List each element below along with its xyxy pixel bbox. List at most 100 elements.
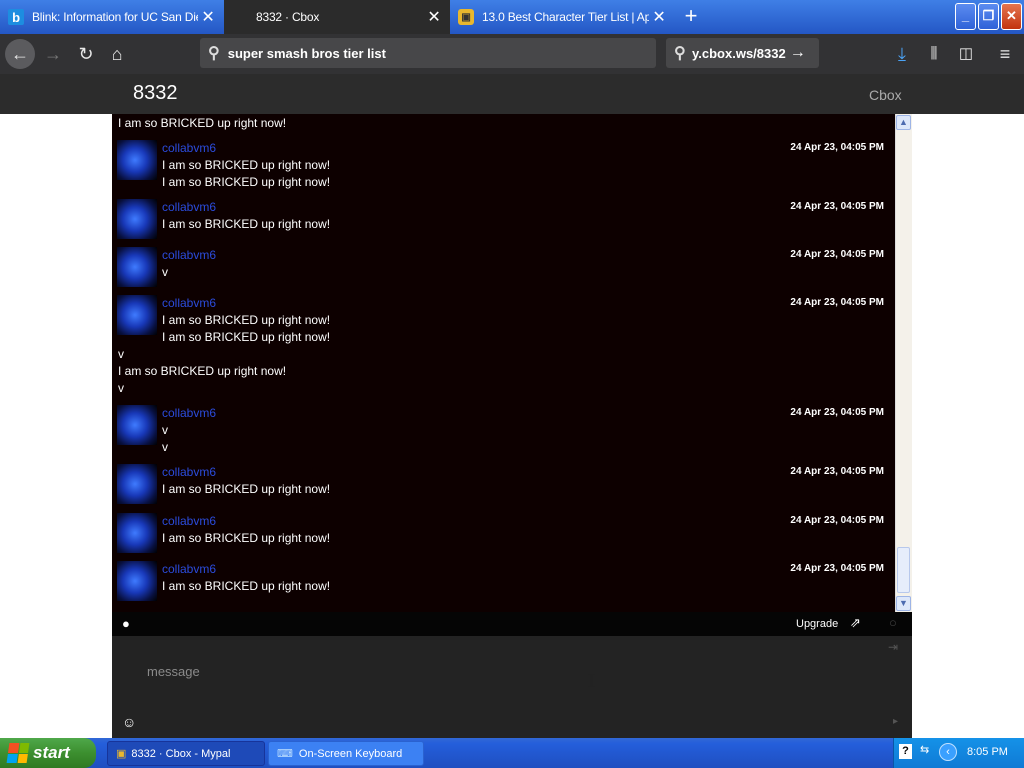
message-line: v (118, 347, 124, 361)
help-icon[interactable]: ? (899, 744, 912, 759)
username[interactable]: collabvm6 (162, 141, 216, 155)
robot-icon: ▣ (458, 9, 474, 25)
timestamp: 24 Apr 23, 04:05 PM (790, 297, 884, 308)
new-tab-icon[interactable]: + (680, 4, 702, 30)
chat-message: collabvm6 24 Apr 23, 04:05 PM v (112, 247, 895, 291)
cbox-link[interactable]: Cbox (869, 87, 902, 103)
message-line: I am so BRICKED up right now! (162, 531, 331, 545)
avatar[interactable] (117, 295, 157, 335)
collapse-tray-icon[interactable]: ‹ (939, 743, 957, 761)
task-label: On-Screen Keyboard (298, 747, 403, 760)
sidebar-icon[interactable]: ◫ (952, 40, 980, 68)
emoji-icon[interactable]: ☺ (122, 714, 136, 730)
timestamp: 24 Apr 23, 04:05 PM (790, 466, 884, 477)
close-tab-icon[interactable]: ✕ (649, 7, 669, 27)
chat-message: collabvm6 24 Apr 23, 04:05 PM I am so BR… (112, 464, 895, 508)
avatar[interactable] (117, 247, 157, 287)
tab-tier-list[interactable]: ▣ 13.0 Best Character Tier List | Ap ✕ (450, 2, 675, 32)
tab-title: Blink: Information for UC San Diego (32, 10, 198, 24)
username[interactable]: collabvm6 (162, 465, 216, 479)
network-icon[interactable]: ⇆ (920, 743, 929, 756)
search-bar[interactable]: ⚲ my.cbox.ws/8332 → (666, 38, 819, 68)
chat-toolbar (112, 612, 912, 636)
tab-blink[interactable]: b Blink: Information for UC San Diego ✕ (0, 2, 224, 32)
search-icon: ⚲ (674, 45, 686, 62)
message-line: I am so BRICKED up right now! (162, 330, 331, 344)
message-line: v (162, 440, 168, 454)
clock: 8:05 PM (967, 746, 1008, 758)
page-title: 8332 (133, 82, 178, 104)
start-button[interactable]: start (0, 738, 96, 768)
message-line: I am so BRICKED up right now! (162, 579, 331, 593)
username[interactable]: collabvm6 (162, 514, 216, 528)
go-arrow-icon[interactable]: → (790, 44, 806, 62)
chat-log: I am so BRICKED up right now! collabvm6 … (112, 114, 895, 612)
message-line: I am so BRICKED up right now! (118, 116, 287, 130)
chat-message: collabvm6 24 Apr 23, 04:05 PM I am so BR… (112, 561, 895, 605)
close-tab-icon[interactable]: ✕ (198, 7, 218, 27)
message-line: I am so BRICKED up right now! (162, 158, 331, 172)
timestamp: 24 Apr 23, 04:05 PM (790, 201, 884, 212)
address-bar[interactable]: ⚲ super smash bros tier list (200, 38, 656, 68)
avatar[interactable] (117, 561, 157, 601)
close-window-icon[interactable]: ✕ (1001, 3, 1022, 30)
avatar[interactable] (117, 405, 157, 445)
close-tab-icon[interactable]: ✕ (424, 7, 444, 27)
tab-cbox[interactable]: 8332 · Cbox ✕ (224, 0, 450, 34)
text-cursor-icon: I (588, 671, 596, 692)
username[interactable]: collabvm6 (162, 248, 216, 262)
message-line: v (162, 265, 168, 279)
username[interactable]: collabvm6 (162, 296, 216, 310)
message-line: v (162, 423, 168, 437)
chat-message: collabvm6 24 Apr 23, 04:05 PM I am so BR… (112, 140, 895, 196)
restore-icon[interactable]: ❐ (978, 3, 999, 30)
tab-title: 8332 · Cbox (256, 10, 320, 24)
menu-icon[interactable]: ≡ (991, 40, 1019, 68)
search-icon: ⚲ (208, 45, 220, 62)
chat-message: collabvm6 24 Apr 23, 04:05 PM v v (112, 405, 895, 461)
message-line: I am so BRICKED up right now! (162, 313, 331, 327)
message-line: I am so BRICKED up right now! (118, 364, 287, 378)
minimize-icon[interactable]: _ (955, 3, 976, 30)
message-line: v (118, 381, 124, 395)
back-arrow-icon[interactable]: ← (5, 39, 35, 69)
avatar[interactable] (117, 140, 157, 180)
timestamp: 24 Apr 23, 04:05 PM (790, 515, 884, 526)
library-icon[interactable]: ⫼ (920, 40, 948, 68)
download-icon[interactable]: ⤓ (888, 40, 916, 68)
username[interactable]: collabvm6 (162, 562, 216, 576)
keyboard-icon: ⌨ (277, 748, 293, 760)
forward-arrow-icon[interactable]: → (39, 40, 67, 68)
message-input[interactable] (147, 662, 847, 680)
chat-scrollbar[interactable] (895, 114, 912, 612)
avatar[interactable] (117, 199, 157, 239)
scroll-down-icon[interactable]: ▼ (896, 596, 911, 611)
send-arrow-icon[interactable]: ▸ (893, 716, 898, 727)
upgrade-link[interactable]: Upgrade (796, 618, 838, 630)
start-label: start (33, 743, 70, 762)
timestamp: 24 Apr 23, 04:05 PM (790, 142, 884, 153)
message-line: I am so BRICKED up right now! (162, 482, 331, 496)
scroll-thumb[interactable] (897, 547, 910, 593)
username[interactable]: collabvm6 (162, 200, 216, 214)
taskbar-item-browser[interactable]: ▣ 8332 · Cbox - Mypal (107, 741, 265, 766)
timestamp: 24 Apr 23, 04:05 PM (790, 563, 884, 574)
taskbar-item-keyboard[interactable]: ⌨ On-Screen Keyboard (268, 741, 424, 766)
popout-icon[interactable]: ⇗ (850, 615, 861, 631)
robot-icon: ▣ (116, 748, 127, 760)
address-text: super smash bros tier list (227, 45, 386, 61)
timestamp: 24 Apr 23, 04:05 PM (790, 407, 884, 418)
user-icon[interactable]: ● (122, 616, 130, 631)
scroll-up-icon[interactable]: ▲ (896, 115, 911, 130)
avatar[interactable] (117, 513, 157, 553)
tab-title: 13.0 Best Character Tier List | Ap (482, 10, 649, 24)
home-icon[interactable]: ⌂ (103, 40, 131, 68)
reload-icon[interactable]: ↻ (72, 40, 100, 68)
chat-message: collabvm6 24 Apr 23, 04:05 PM I am so BR… (112, 513, 895, 557)
username[interactable]: collabvm6 (162, 406, 216, 420)
login-icon[interactable]: ⇥ (888, 640, 898, 654)
avatar[interactable] (117, 464, 157, 504)
chat-message: collabvm6 24 Apr 23, 04:05 PM I am so BR… (112, 295, 895, 351)
windows-flag-icon (6, 743, 30, 763)
status-circle-icon[interactable]: ○ (889, 615, 897, 630)
